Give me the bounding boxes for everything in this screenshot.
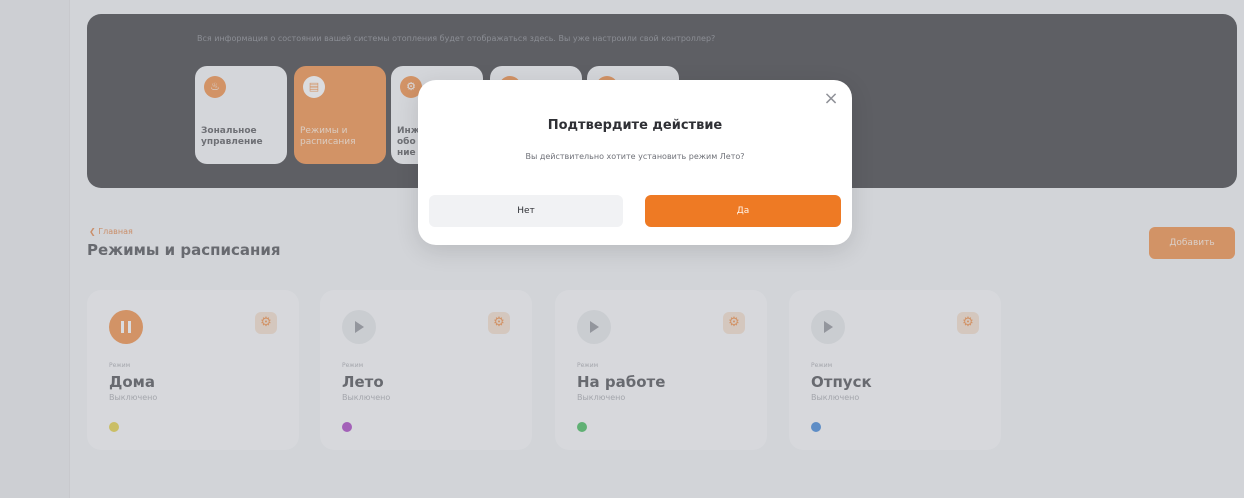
dialog-title: Подтвердите действие [547,118,723,133]
yes-button[interactable]: Да [645,195,841,227]
dialog-message: Вы действительно хотите установить режим… [525,152,745,161]
no-button[interactable]: Нет [429,195,623,227]
confirm-dialog: × Подтвердите действие Вы действительно … [418,80,852,245]
modal-backdrop[interactable] [0,0,1244,498]
close-icon[interactable]: × [820,88,842,110]
